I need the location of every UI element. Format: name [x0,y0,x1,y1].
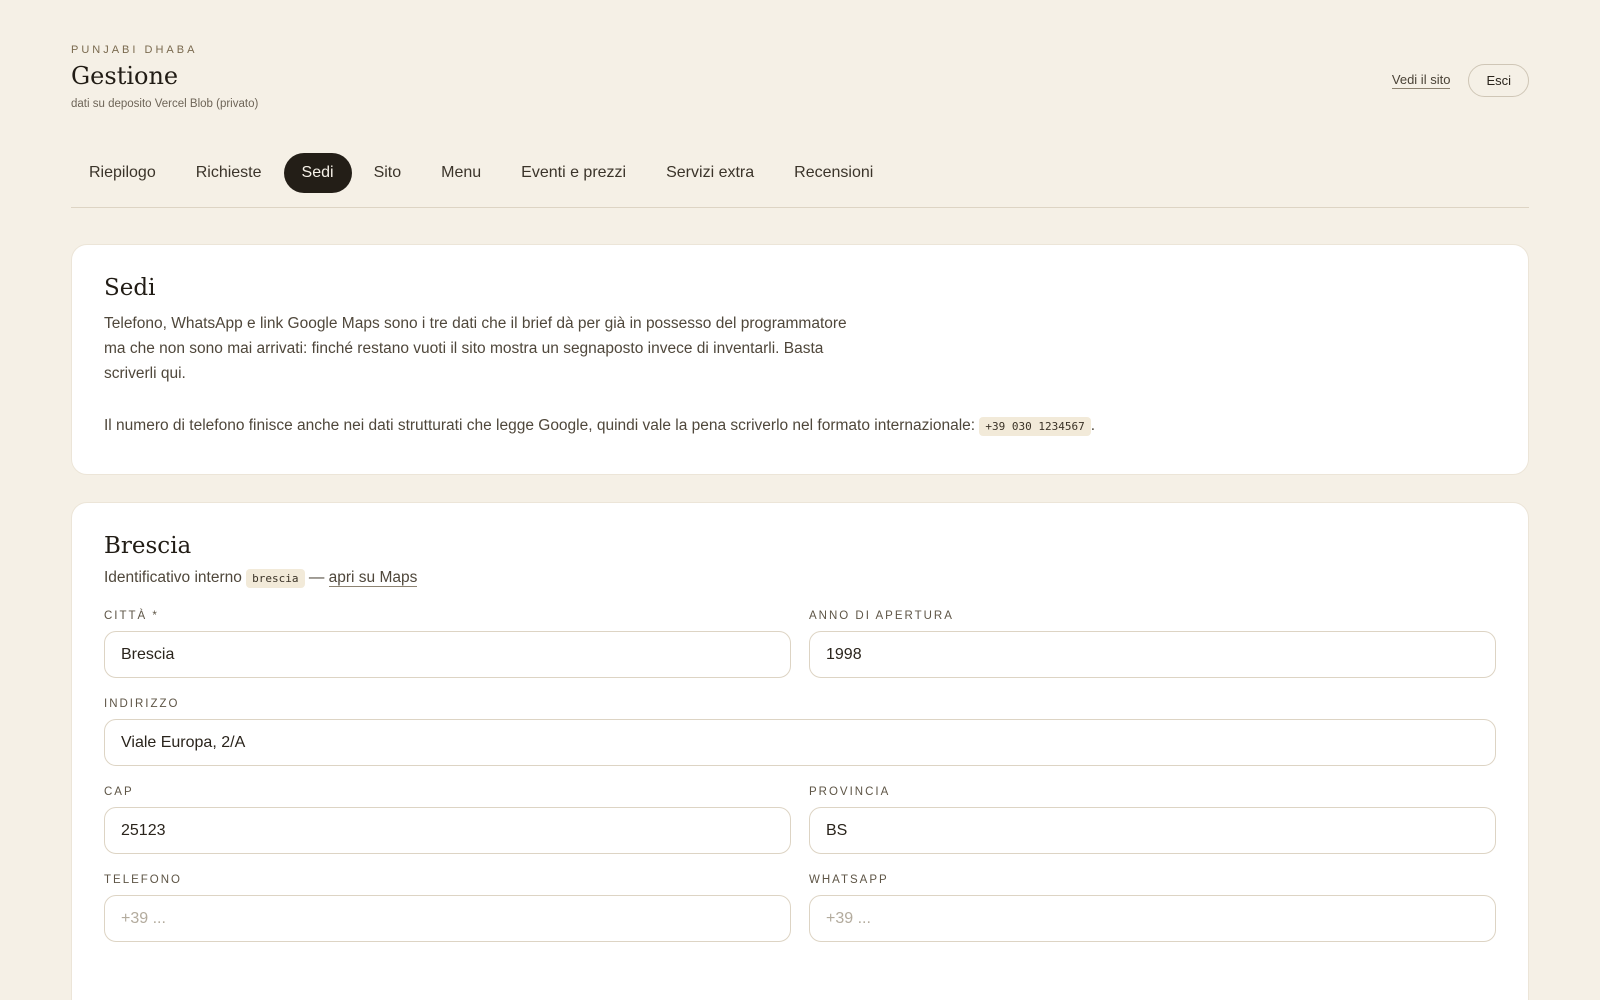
address-label: INDIRIZZO [104,698,180,710]
whatsapp-field-group: WHATSAPP [809,874,1496,942]
storage-subtitle: dati su deposito Vercel Blob (privato) [71,98,259,110]
city-input[interactable] [104,631,791,678]
phone-format-note: Il numero di telefono finisce anche nei … [104,413,1496,439]
province-label: PROVINCIA [809,786,891,798]
meta-separator: — [308,569,325,586]
tab-richieste[interactable]: Richieste [178,153,280,193]
internal-id-value: brescia [246,569,305,588]
intro-title: Sedi [104,275,156,301]
whatsapp-input[interactable] [809,895,1496,942]
location-meta: Identificativo interno brescia — apri su… [104,569,1496,588]
phone-label: TELEFONO [104,874,182,886]
intro-card: Sedi Telefono, WhatsApp e link Google Ma… [71,244,1529,475]
internal-id-label: Identificativo interno [104,569,242,586]
location-card: Brescia Identificativo interno brescia —… [71,502,1529,1000]
phone-input[interactable] [104,895,791,942]
year-label: ANNO DI APERTURA [809,610,954,622]
location-title: Brescia [104,533,192,559]
phone-field-group: TELEFONO [104,874,791,942]
tab-menu[interactable]: Menu [423,153,499,193]
whatsapp-label: WHATSAPP [809,874,889,886]
tab-servizi-extra[interactable]: Servizi extra [648,153,772,193]
tab-riepilogo[interactable]: Riepilogo [71,153,174,193]
province-input[interactable] [809,807,1496,854]
phone-format-example: +39 030 1234567 [979,417,1091,436]
brand-name: PUNJABI DHABA [71,44,198,56]
phone-format-suffix: . [1090,417,1096,434]
tab-eventi-e-prezzi[interactable]: Eventi e prezzi [503,153,644,193]
phone-format-text: Il numero di telefono finisce anche nei … [104,417,976,434]
tab-sito[interactable]: Sito [356,153,420,193]
logout-button[interactable]: Esci [1468,64,1529,97]
year-field-group: ANNO DI APERTURA [809,610,1496,678]
address-field-group: INDIRIZZO [104,698,1496,766]
intro-paragraph: Telefono, WhatsApp e link Google Maps so… [104,315,847,382]
year-input[interactable] [809,631,1496,678]
cap-field-group: CAP [104,786,791,854]
city-label: CITTÀ * [104,610,159,622]
tab-sedi[interactable]: Sedi [283,153,352,193]
city-field-group: CITTÀ * [104,610,791,678]
cap-input[interactable] [104,807,791,854]
header-actions: Vedi il sito Esci [1391,64,1529,97]
tab-bar: Riepilogo Richieste Sedi Sito Menu Event… [71,153,1529,208]
view-site-link[interactable]: Vedi il sito [1391,72,1451,89]
province-field-group: PROVINCIA [809,786,1496,854]
page-title: Gestione [71,62,179,90]
tab-recensioni[interactable]: Recensioni [776,153,891,193]
location-form: CITTÀ * ANNO DI APERTURA INDIRIZZO CAP P… [104,610,1496,942]
open-maps-link[interactable]: apri su Maps [328,569,418,587]
address-input[interactable] [104,719,1496,766]
page-header: PUNJABI DHABA Gestione dati su deposito … [71,44,1529,124]
cap-label: CAP [104,786,134,798]
